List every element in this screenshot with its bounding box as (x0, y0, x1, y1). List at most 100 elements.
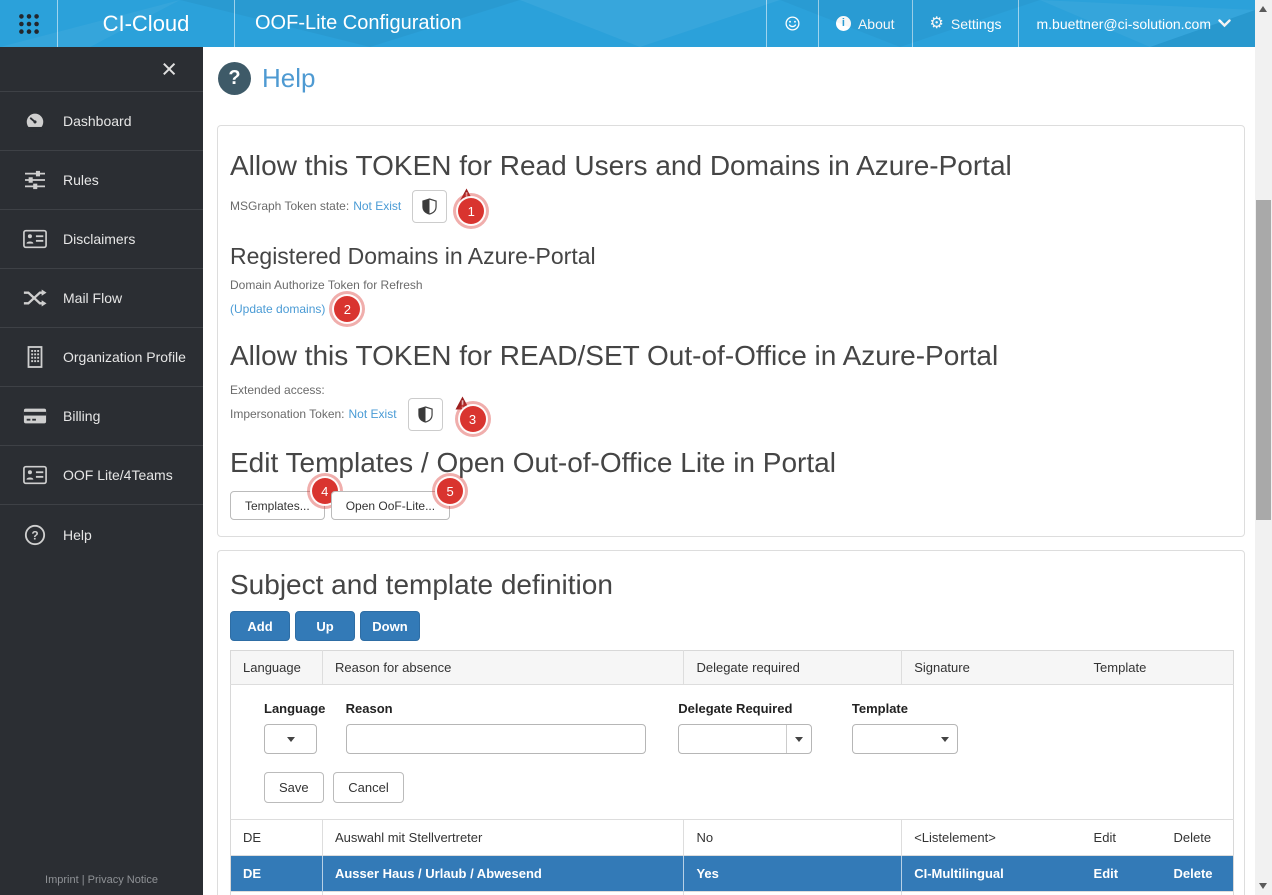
col-header-reason: Reason for absence (322, 651, 684, 685)
edit-link[interactable]: Edit (1082, 892, 1162, 895)
shield-icon (418, 406, 433, 423)
sidebar-item-disclaimers[interactable]: Disclaimers (0, 210, 203, 269)
table-toolbar: Add Up Down (230, 611, 1232, 641)
cell-signature: <Listelement> (902, 892, 1082, 895)
top-header: CI-Cloud OOF-Lite Configuration i About … (0, 0, 1255, 47)
impersonation-alert: 3 (446, 397, 490, 431)
brand-title: CI-Cloud (58, 0, 235, 47)
select-arrow-icon (287, 737, 295, 742)
feedback-smiley-button[interactable] (766, 0, 818, 47)
msgraph-token-shield-button[interactable] (412, 190, 447, 223)
sidebar-item-label: Help (63, 527, 92, 543)
imprint-privacy-links[interactable]: Imprint | Privacy Notice (0, 874, 203, 886)
template-select[interactable] (852, 724, 958, 754)
add-button[interactable]: Add (230, 611, 290, 641)
select-arrow-icon (795, 737, 803, 742)
user-email: m.buettner@ci-solution.com (1036, 16, 1211, 32)
sidebar-item-dashboard[interactable]: Dashboard (0, 92, 203, 151)
section-heading-domains: Registered Domains in Azure-Portal (230, 241, 1232, 271)
msgraph-token-state-link[interactable]: Not Exist (353, 199, 401, 213)
msgraph-token-state-row: MSGraph Token state: Not Exist 1 (230, 189, 1232, 223)
shuffle-icon (22, 288, 48, 308)
cell-reason: Auswahl mit Stellvertreter (322, 820, 684, 856)
edit-link[interactable]: Edit (1082, 820, 1162, 856)
sidebar-item-oof-lite[interactable]: OOF Lite/4Teams (0, 446, 203, 505)
scroll-up-arrow[interactable] (1259, 6, 1267, 12)
col-header-template: Template (1082, 651, 1234, 685)
waffle-grid-icon (16, 11, 42, 37)
vertical-scrollbar (1255, 0, 1272, 895)
svg-text:?: ? (31, 528, 38, 542)
templates-table: Language Reason for absence Delegate req… (230, 650, 1234, 895)
question-circle-icon: ? (22, 524, 48, 546)
language-select[interactable] (264, 724, 317, 754)
section-heading-token-set: Allow this TOKEN for READ/SET Out-of-Off… (230, 338, 1232, 374)
select-arrow-icon (941, 737, 949, 742)
credit-card-icon (22, 407, 48, 425)
templates-button-label: Templates... (245, 499, 310, 513)
settings-button[interactable]: ⚙ Settings (912, 0, 1019, 47)
app-launcher-button[interactable] (0, 0, 58, 47)
page-title-text: Help (262, 63, 315, 94)
shield-icon (422, 198, 437, 215)
sidebar-item-billing[interactable]: Billing (0, 387, 203, 446)
header-nav: i About ⚙ Settings m.buettner@ci-solutio… (766, 0, 1255, 47)
update-domains-row: (Update domains) 2 (230, 296, 1232, 322)
id-card-icon (22, 229, 48, 249)
cancel-button[interactable]: Cancel (333, 772, 403, 803)
save-button[interactable]: Save (264, 772, 324, 803)
inline-edit-form-row: Language Reason Delegate Required T (231, 685, 1234, 820)
reason-input[interactable] (346, 724, 646, 754)
sidebar-item-label: OOF Lite/4Teams (63, 467, 173, 483)
about-button[interactable]: i About (818, 0, 912, 47)
cell-signature: CI-Multilingual (902, 856, 1082, 892)
page-title: ? Help (218, 62, 1255, 95)
impersonation-token-state-row: Impersonation Token: Not Exist 3 (230, 397, 1232, 431)
step-badge-5: 5 (437, 478, 463, 504)
down-button[interactable]: Down (360, 611, 420, 641)
delete-link[interactable]: Delete (1161, 820, 1233, 856)
sidebar-item-mail-flow[interactable]: Mail Flow (0, 269, 203, 328)
form-delegate-label: Delegate Required (678, 701, 848, 716)
sidebar-item-help[interactable]: ? Help (0, 505, 203, 564)
template-buttons-row: Templates... 4 Open OoF-Lite... 5 (230, 491, 1232, 520)
chevron-down-icon (1218, 19, 1231, 28)
cell-language: DE (231, 892, 323, 895)
close-icon[interactable]: × (161, 56, 177, 83)
delete-link[interactable]: Delete (1161, 856, 1233, 892)
templates-button[interactable]: Templates... 4 (230, 491, 325, 520)
cell-reason: Auswahl ohne Stellvertreter (322, 892, 684, 895)
user-menu-button[interactable]: m.buettner@ci-solution.com (1018, 0, 1255, 47)
msgraph-token-state-label: MSGraph Token state: (230, 199, 349, 213)
step-badge-3: 3 (460, 406, 486, 432)
cell-delegate: No (684, 820, 902, 856)
subject-panel-heading: Subject and template definition (230, 567, 1232, 603)
edit-link[interactable]: Edit (1082, 856, 1162, 892)
delegate-required-select[interactable] (678, 724, 812, 754)
sidebar: × Dashboard Rules (0, 47, 203, 895)
impersonation-token-label: Impersonation Token: (230, 407, 345, 421)
gauge-icon (22, 110, 48, 132)
impersonation-token-shield-button[interactable] (408, 398, 443, 431)
sidebar-item-label: Mail Flow (63, 290, 122, 306)
update-domains-link[interactable]: (Update domains) (230, 302, 325, 316)
table-row[interactable]: DE Auswahl ohne Stellvertreter No <Liste… (231, 892, 1234, 895)
scrollbar-thumb[interactable] (1256, 200, 1271, 520)
scroll-down-arrow[interactable] (1259, 883, 1267, 889)
table-row[interactable]: DE Auswahl mit Stellvertreter No <Listel… (231, 820, 1234, 856)
delete-link[interactable]: Delete (1161, 892, 1233, 895)
sidebar-item-organization-profile[interactable]: Organization Profile (0, 328, 203, 387)
sidebar-item-label: Billing (63, 408, 100, 424)
table-row-selected[interactable]: DE Ausser Haus / Urlaub / Abwesend Yes C… (231, 856, 1234, 892)
sidebar-item-label: Rules (63, 172, 99, 188)
impersonation-token-state-link[interactable]: Not Exist (349, 407, 397, 421)
form-reason-label: Reason (346, 701, 675, 716)
sidebar-close-row: × (0, 47, 203, 92)
up-button[interactable]: Up (295, 611, 355, 641)
open-oof-lite-button[interactable]: Open OoF-Lite... 5 (331, 491, 450, 520)
main-content: ? Help Allow this TOKEN for Read Users a… (203, 47, 1255, 895)
sidebar-item-rules[interactable]: Rules (0, 151, 203, 210)
building-icon (22, 346, 48, 368)
section-heading-token-read: Allow this TOKEN for Read Users and Doma… (230, 148, 1232, 184)
help-circle-icon: ? (218, 62, 251, 95)
